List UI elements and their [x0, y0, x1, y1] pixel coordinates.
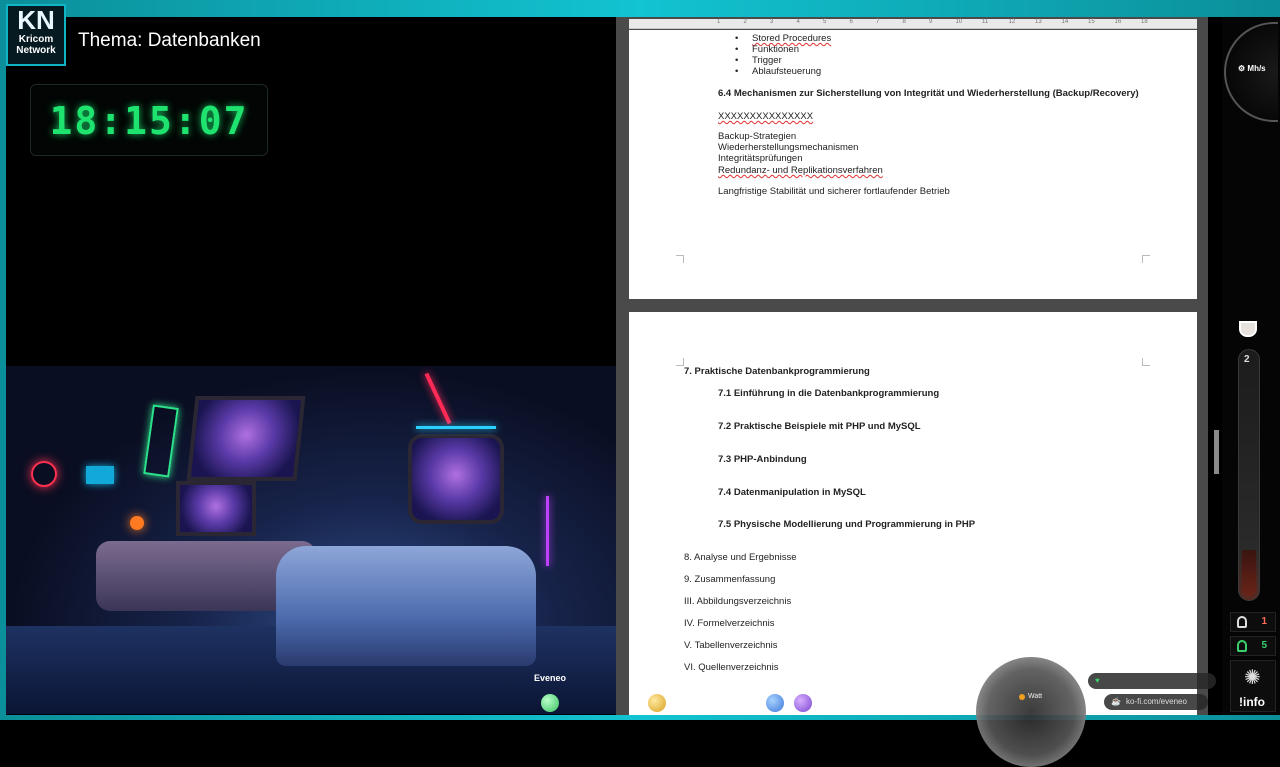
chip-icon: ✺ — [1244, 667, 1261, 689]
kricom-logo: KN Kricom Network — [6, 4, 66, 66]
section-heading: 7.5 Physische Modellierung und Programmi… — [718, 519, 976, 530]
hashrate-label: ⚙ Mh/s — [1238, 64, 1266, 73]
watt-label: Watt — [1028, 693, 1043, 700]
chapter-heading-7: 7. Praktische Datenbankprogrammierung — [684, 366, 870, 377]
vertical-scrollbar[interactable] — [1214, 430, 1219, 474]
streamer-name: Eveneo — [534, 673, 567, 683]
ruler-tick-label: 3 — [770, 19, 774, 25]
info-panel: ✺ !info — [1230, 660, 1276, 712]
viewer-counter-1: 1 — [1230, 612, 1276, 632]
toc-entry: III. Abbildungsverzeichnis — [684, 596, 792, 607]
list-item: Redundanz- und Replikationsverfahren — [718, 165, 883, 176]
closing-line: Langfristige Stabilität und sicherer for… — [718, 186, 950, 197]
person-icon — [1237, 640, 1247, 652]
ruler-tick-label: 18 — [1141, 19, 1148, 25]
watt-gauge — [976, 657, 1086, 767]
neon-lamp-orange — [130, 516, 144, 530]
toc-entry: VI. Quellenverzeichnis — [684, 662, 779, 673]
toc-entry: 8. Analyse und Ergebnisse — [684, 552, 797, 563]
ruler-tick-label: 5 — [823, 19, 827, 25]
ruler-tick-label: 9 — [929, 19, 933, 25]
counter-value: 5 — [1261, 640, 1267, 651]
list-item: Backup-Strategien — [718, 131, 797, 142]
ruler-tick-label: 16 — [1114, 19, 1122, 25]
viewer-counter-2: 5 — [1230, 636, 1276, 656]
ruler-tick-label: 7 — [876, 19, 880, 25]
ruler-tick-label: 4 — [796, 19, 800, 25]
space-window-left — [186, 396, 306, 481]
space-window-right — [408, 434, 504, 524]
viewer-orb-yellow — [648, 694, 666, 712]
progress-meter — [1238, 349, 1260, 601]
person-icon — [1237, 616, 1247, 628]
bed — [276, 546, 536, 666]
viewer-orb-blue — [766, 694, 784, 712]
bullet-item: Funktionen — [735, 44, 799, 55]
toc-entry: V. Tabellenverzeichnis — [684, 640, 778, 651]
coffee-cup-icon — [1239, 321, 1257, 337]
kofi-text: ko-fi.com/eveneo — [1126, 697, 1187, 706]
toc-entry: 9. Zusammenfassung — [684, 574, 776, 585]
ruler-tick-label: 1 — [717, 19, 721, 25]
margin-marker — [676, 255, 684, 263]
neon-strip-red — [424, 372, 452, 425]
ruler-tick-label: 8 — [902, 19, 906, 25]
margin-marker — [676, 358, 684, 366]
ruler-tick-label: 11 — [982, 19, 989, 25]
watt-indicator-dot — [1019, 694, 1025, 700]
info-command: !info — [1239, 695, 1265, 709]
digital-clock: 18:15:07 — [30, 84, 268, 156]
bullet-item: Trigger — [735, 55, 782, 66]
neon-strip-blue — [416, 426, 496, 429]
viewer-orb-purple — [794, 694, 812, 712]
logo-line-2: Network — [16, 45, 56, 56]
ruler-tick-label: 12 — [1008, 19, 1016, 25]
bullet-item: Stored Procedures — [735, 33, 831, 44]
section-heading: 7.1 Einführung in die Datenbankprogrammi… — [718, 388, 940, 399]
hashrate-unit: Mh/s — [1247, 64, 1266, 73]
space-window-small — [176, 481, 256, 536]
section-heading: 7.2 Praktische Beispiele mit PHP und MyS… — [718, 421, 921, 432]
ruler-tick-label: 10 — [955, 19, 963, 25]
heart-tag: ♥ — [1088, 673, 1216, 689]
stream-topic: Thema: Datenbanken — [78, 30, 261, 51]
ruler-tick-label: 6 — [849, 19, 853, 25]
neon-sign-red — [31, 461, 57, 487]
kofi-link[interactable]: ☕ ko-fi.com/eveneo — [1104, 694, 1208, 710]
bullet-item: Ablaufsteuerung — [735, 66, 821, 77]
margin-marker — [1142, 255, 1150, 263]
margin-marker — [1142, 358, 1150, 366]
list-item: Wiederherstellungsmechanismen — [718, 142, 859, 153]
section-heading: 7.4 Datenmanipulation in MySQL — [718, 487, 866, 498]
meter-value: 2 — [1244, 354, 1250, 365]
heart-icon: ♥ — [1095, 676, 1100, 685]
toc-entry: IV. Formelverzeichnis — [684, 618, 775, 629]
viewer-orb-green — [541, 694, 559, 712]
room-background-image — [6, 366, 616, 714]
placeholder-text: XXXXXXXXXXXXXXX — [718, 111, 814, 122]
ruler-tick-label: 15 — [1088, 19, 1095, 25]
counter-value: 1 — [1261, 616, 1267, 627]
section-heading: 7.3 PHP-Anbindung — [718, 454, 807, 465]
meter-fill — [1242, 550, 1256, 596]
ruler-tick-label: 14 — [1061, 19, 1069, 25]
ruler-tick-label: 2 — [743, 19, 747, 25]
logo-line-1: Kricom — [18, 34, 54, 45]
ruler-tick-label: 13 — [1035, 19, 1042, 25]
list-item: Integritätsprüfungen — [718, 153, 803, 164]
neon-panel-green — [143, 404, 179, 478]
neon-panel-cyan — [86, 466, 114, 484]
kofi-cup-icon: ☕ — [1111, 697, 1121, 706]
document-page-1[interactable] — [629, 30, 1197, 299]
logo-mark: KN — [17, 5, 55, 35]
neon-strip-purple — [546, 496, 549, 566]
section-heading-6-4: 6.4 Mechanismen zur Sicherstellung von I… — [718, 88, 1139, 99]
horizontal-ruler[interactable]: 1 2 3 4 5 6 7 8 9 10 11 12 13 14 15 16 18 — [629, 19, 1197, 29]
